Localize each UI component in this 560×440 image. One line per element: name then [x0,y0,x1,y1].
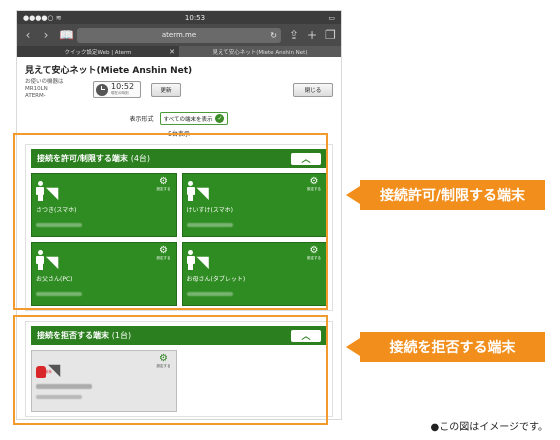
display-format-value: すべての端末を表示 [163,116,213,123]
denied-callout-text: 接続を拒否する端末 [389,340,516,356]
new-tab-icon[interactable]: + [307,28,317,42]
status-bar: ●●●●○ ≋ 10:53 ▭ [17,11,341,24]
address-text: aterm.me [161,31,197,39]
display-format-row: 表示形式 すべての端末を表示 ✓ [25,112,333,125]
wifi-icon: ●●●●○ ≋ [23,13,62,22]
close-button[interactable]: 閉じる [293,82,333,97]
forward-icon[interactable]: › [41,28,51,42]
allowed-highlight-frame [13,133,328,310]
back-icon[interactable]: ‹ [23,28,33,42]
tab-quick-settings[interactable]: クイック設定Web | Aterm ✕ [17,46,179,57]
refresh-button[interactable]: 更新 [151,82,181,97]
clock-caption: 現在の時刻 [111,91,129,95]
address-bar[interactable]: aterm.me ↻ [77,27,281,43]
tab-miete-anshin[interactable]: 見えて安心ネット(Miete Anshin Net) [179,46,341,57]
model-info-line: お使いの機器は [25,79,64,85]
tab-label: 見えて安心ネット(Miete Anshin Net) [212,49,308,56]
model-info-line: ATERM- [25,93,46,99]
page-title: 見えて安心ネット(Miete Anshin Net) [25,66,193,76]
tab-bar: クイック設定Web | Aterm ✕ 見えて安心ネット(Miete Anshi… [17,46,341,57]
tab-label: クイック設定Web | Aterm [64,49,132,56]
clock-icon [96,83,108,96]
close-tab-icon[interactable]: ✕ [169,48,175,56]
allowed-callout: 接続許可/制限する端末 [360,180,545,210]
share-icon[interactable]: ⇪ [289,28,299,42]
image-note: ●この図はイメージです。 [430,422,548,433]
chevron-down-icon: ✓ [215,114,225,123]
display-format-select[interactable]: すべての端末を表示 ✓ [159,112,229,125]
battery-icon: ▭ [328,13,335,22]
bookmarks-icon[interactable]: 📖 [59,28,74,42]
display-format-label: 表示形式 [129,116,154,123]
denied-callout: 接続を拒否する端末 [360,332,545,362]
allowed-callout-text: 接続許可/制限する端末 [379,188,526,204]
denied-highlight-frame [13,315,328,425]
model-info: お使いの機器は MR10LN ATERM- [25,79,93,100]
info-row: お使いの機器は MR10LN ATERM- 10:52 現在の時刻 更新 閉じる [25,79,333,100]
status-time: 10:53 [184,13,206,22]
current-time-box: 10:52 現在の時刻 [93,81,141,98]
browser-toolbar: ‹ › 📖 aterm.me ↻ ⇪ + ❐ [17,24,341,46]
reload-icon[interactable]: ↻ [270,31,277,40]
tabs-icon[interactable]: ❐ [325,28,336,42]
model-info-line: MR10LN [25,86,48,92]
clock-time: 10:52 [111,82,135,91]
